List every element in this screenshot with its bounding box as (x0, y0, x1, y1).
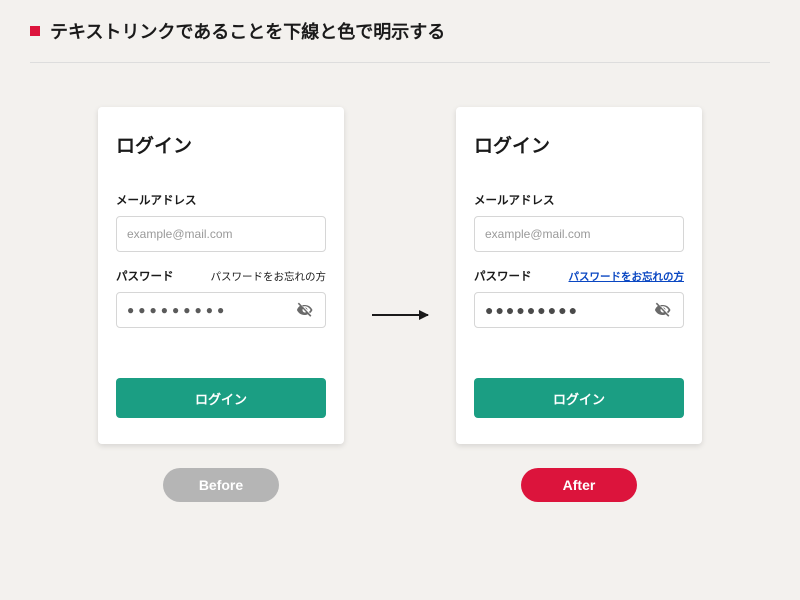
password-mask: ●●●●●●●●● (485, 302, 579, 318)
email-input[interactable]: example@mail.com (116, 216, 326, 252)
email-label: メールアドレス (474, 192, 555, 208)
email-placeholder: example@mail.com (485, 227, 591, 241)
card-title: ログイン (116, 131, 326, 158)
login-button[interactable]: ログイン (474, 378, 684, 418)
password-field-group: パスワード パスワードをお忘れの方 ●●●●●●●●● (116, 268, 326, 328)
after-column: ログイン メールアドレス example@mail.com パスワード パスワー… (456, 107, 702, 502)
password-label: パスワード (116, 268, 174, 284)
password-input[interactable]: ●●●●●●●●● (474, 292, 684, 328)
after-badge-label: After (563, 477, 596, 493)
email-field-group: メールアドレス example@mail.com (116, 192, 326, 252)
comparison-row: ログイン メールアドレス example@mail.com パスワード パスワー… (30, 63, 770, 502)
header-marker (30, 26, 40, 36)
email-placeholder: example@mail.com (127, 227, 233, 241)
before-badge-label: Before (199, 477, 243, 493)
forgot-password-text[interactable]: パスワードをお忘れの方 (211, 269, 327, 284)
email-field-group: メールアドレス example@mail.com (474, 192, 684, 252)
login-button[interactable]: ログイン (116, 378, 326, 418)
arrow-icon (372, 314, 428, 316)
card-title: ログイン (474, 131, 684, 158)
password-field-group: パスワード パスワードをお忘れの方 ●●●●●●●●● (474, 268, 684, 328)
after-badge: After (521, 468, 637, 502)
password-label: パスワード (474, 268, 532, 284)
password-mask: ●●●●●●●●● (127, 303, 228, 317)
before-badge: Before (163, 468, 279, 502)
forgot-password-link[interactable]: パスワードをお忘れの方 (569, 269, 685, 284)
email-label: メールアドレス (116, 192, 197, 208)
login-button-label: ログイン (553, 392, 605, 407)
section-header: テキストリンクであることを下線と色で明示する (30, 18, 770, 63)
before-column: ログイン メールアドレス example@mail.com パスワード パスワー… (98, 107, 344, 502)
arrow-divider (372, 125, 428, 485)
page-title: テキストリンクであることを下線と色で明示する (50, 18, 445, 44)
login-card-before: ログイン メールアドレス example@mail.com パスワード パスワー… (98, 107, 344, 444)
login-button-label: ログイン (195, 392, 247, 407)
email-input[interactable]: example@mail.com (474, 216, 684, 252)
login-card-after: ログイン メールアドレス example@mail.com パスワード パスワー… (456, 107, 702, 444)
eye-off-icon[interactable] (653, 300, 673, 320)
password-input[interactable]: ●●●●●●●●● (116, 292, 326, 328)
eye-off-icon[interactable] (295, 300, 315, 320)
